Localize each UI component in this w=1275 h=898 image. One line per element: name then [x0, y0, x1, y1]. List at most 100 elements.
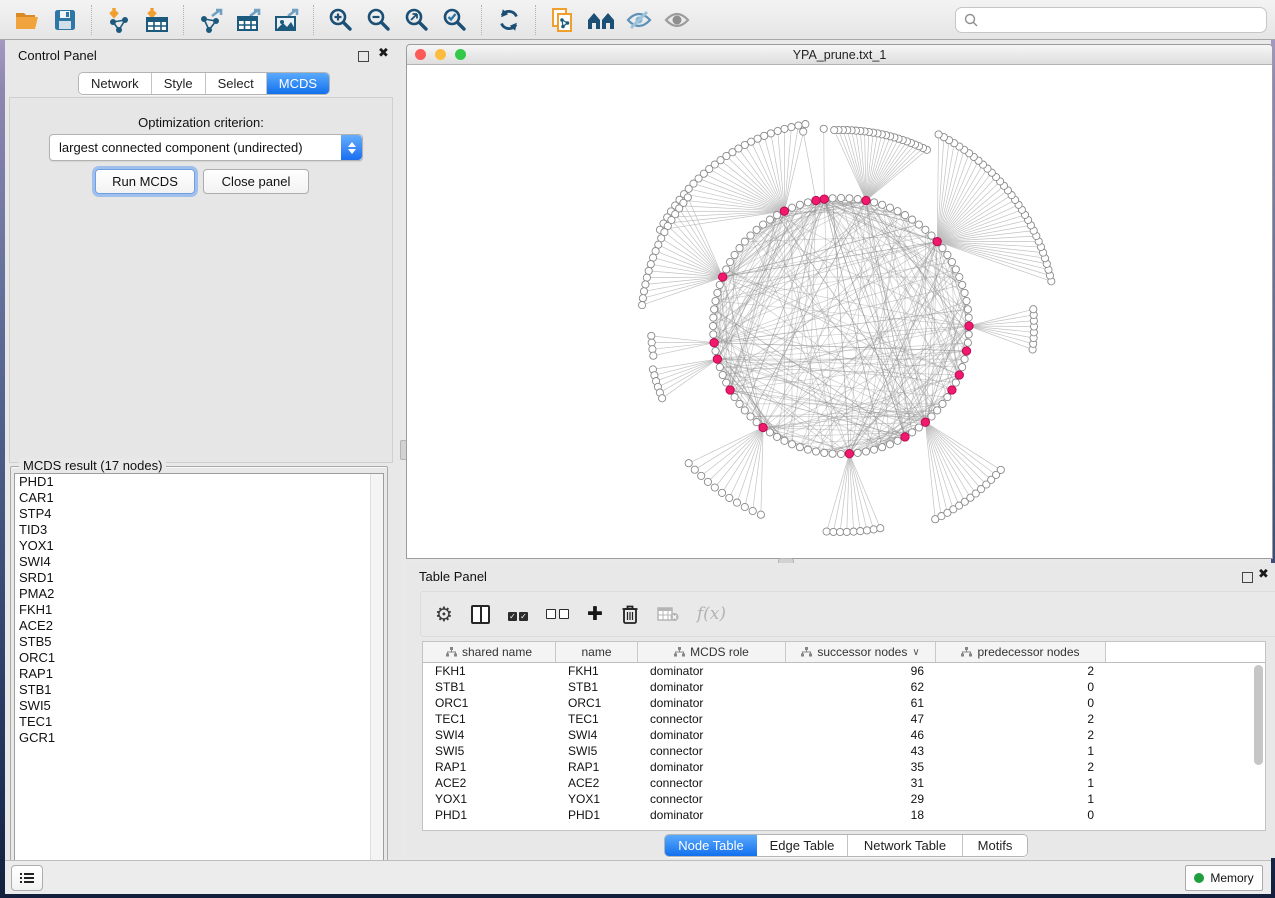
- list-item[interactable]: PHD1: [15, 474, 383, 490]
- add-row-icon[interactable]: ✚: [587, 603, 603, 626]
- close-panel-button[interactable]: Close panel: [203, 169, 309, 194]
- table-row[interactable]: TEC1TEC1connector472: [423, 711, 1265, 727]
- control-panel: Control Panel ✖ Network Style Select MCD…: [5, 40, 401, 858]
- criterion-dropdown[interactable]: largest connected component (undirected): [49, 134, 363, 161]
- tab-network[interactable]: Network: [79, 73, 152, 94]
- list-item[interactable]: STP4: [15, 506, 383, 522]
- attribute-icon: [801, 647, 812, 657]
- export-table-icon[interactable]: [230, 5, 268, 35]
- search-icon: [964, 13, 978, 27]
- list-item[interactable]: YOX1: [15, 538, 383, 554]
- zoom-selected-icon[interactable]: [436, 5, 474, 35]
- table-body: FKH1FKH1dominator962 STB1STB1dominator62…: [423, 663, 1265, 823]
- table-row[interactable]: YOX1YOX1connector291: [423, 791, 1265, 807]
- clone-network-icon[interactable]: [544, 5, 582, 35]
- table-row[interactable]: SWI5SWI5connector431: [423, 743, 1265, 759]
- network-window-title: YPA_prune.txt_1: [407, 48, 1272, 62]
- table-settings-gear-icon[interactable]: ⚙: [435, 602, 453, 627]
- table-row[interactable]: PHD1PHD1dominator180: [423, 807, 1265, 823]
- save-session-icon[interactable]: [46, 5, 84, 35]
- network-window-titlebar[interactable]: YPA_prune.txt_1: [407, 45, 1272, 65]
- col-header-mcds-role[interactable]: MCDS role: [638, 642, 786, 662]
- tab-mcds[interactable]: MCDS: [267, 73, 329, 94]
- show-all-icon[interactable]: [658, 5, 696, 35]
- table-row[interactable]: STB1STB1dominator620: [423, 679, 1265, 695]
- optimization-criterion-label: Optimization criterion:: [10, 115, 392, 130]
- mcds-tab-panel: Optimization criterion: largest connecte…: [9, 97, 393, 463]
- dropdown-stepper-icon: [341, 135, 362, 160]
- network-view[interactable]: [407, 65, 1270, 557]
- col-header-successor-nodes[interactable]: successor nodes ∨: [786, 642, 936, 662]
- table-row[interactable]: ACE2ACE2connector311: [423, 775, 1265, 791]
- list-item[interactable]: ACE2: [15, 618, 383, 634]
- attribute-icon: [446, 647, 457, 657]
- task-history-button[interactable]: [11, 865, 43, 891]
- table-row[interactable]: FKH1FKH1dominator962: [423, 663, 1265, 679]
- tab-edge-table[interactable]: Edge Table: [757, 835, 848, 856]
- zoom-in-icon[interactable]: [322, 5, 360, 35]
- tab-motifs[interactable]: Motifs: [963, 835, 1027, 856]
- table-row[interactable]: ORC1ORC1dominator610: [423, 695, 1265, 711]
- show-columns-icon[interactable]: [471, 605, 490, 624]
- delete-table-icon-disabled: [657, 606, 679, 622]
- desktop: { "toolbar": { "icons": ["open-file","sa…: [0, 0, 1275, 898]
- list-item[interactable]: CAR1: [15, 490, 383, 506]
- export-network-icon[interactable]: [192, 5, 230, 35]
- import-network-icon[interactable]: [100, 5, 138, 35]
- mcds-result-list[interactable]: PHD1 CAR1 STP4 TID3 YOX1 SWI4 SRD1 PMA2 …: [14, 473, 384, 876]
- col-header-name[interactable]: name: [556, 642, 638, 662]
- list-item[interactable]: SRD1: [15, 570, 383, 586]
- toolbar-separator: [183, 5, 185, 35]
- tab-node-table[interactable]: Node Table: [665, 835, 757, 856]
- float-panel-icon[interactable]: [358, 51, 369, 62]
- search-input[interactable]: [955, 7, 1267, 33]
- select-all-icon[interactable]: ✓✓: [508, 607, 528, 622]
- toolbar-separator: [91, 5, 93, 35]
- network-window: YPA_prune.txt_1: [406, 44, 1273, 559]
- tab-style[interactable]: Style: [152, 73, 206, 94]
- import-table-icon[interactable]: [138, 5, 176, 35]
- delete-trash-icon[interactable]: [621, 604, 639, 624]
- list-scrollbar[interactable]: [370, 474, 383, 875]
- list-item[interactable]: SWI4: [15, 554, 383, 570]
- app-body: Control Panel ✖ Network Style Select MCD…: [5, 40, 1271, 860]
- list-item[interactable]: FKH1: [15, 602, 383, 618]
- list-item[interactable]: TID3: [15, 522, 383, 538]
- float-panel-icon[interactable]: [1242, 572, 1253, 583]
- list-item[interactable]: PMA2: [15, 586, 383, 602]
- list-item[interactable]: ORC1: [15, 650, 383, 666]
- list-item[interactable]: GCR1: [15, 730, 383, 746]
- list-item[interactable]: TEC1: [15, 714, 383, 730]
- close-panel-icon[interactable]: ✖: [378, 45, 389, 61]
- zoom-out-icon[interactable]: [360, 5, 398, 35]
- list-item[interactable]: SWI5: [15, 698, 383, 714]
- sort-desc-icon: ∨: [912, 647, 919, 658]
- first-neighbors-icon[interactable]: [582, 5, 620, 35]
- col-header-predecessor-nodes[interactable]: predecessor nodes: [936, 642, 1106, 662]
- deselect-all-icon[interactable]: [546, 607, 569, 622]
- tab-network-table[interactable]: Network Table: [848, 835, 963, 856]
- tab-select[interactable]: Select: [206, 73, 267, 94]
- mcds-result-group: MCDS result (17 nodes) PHD1 CAR1 STP4 TI…: [10, 466, 388, 880]
- hide-selected-icon[interactable]: [620, 5, 658, 35]
- table-row[interactable]: RAP1RAP1dominator352: [423, 759, 1265, 775]
- table-scrollbar-thumb[interactable]: [1254, 665, 1263, 765]
- header-filler: [1106, 642, 1265, 662]
- mcds-result-title: MCDS result (17 nodes): [19, 458, 166, 473]
- table-panel-title: Table Panel: [419, 569, 487, 584]
- table-row[interactable]: SWI4SWI4dominator462: [423, 727, 1265, 743]
- list-item[interactable]: STB5: [15, 634, 383, 650]
- run-mcds-button[interactable]: Run MCDS: [95, 169, 195, 194]
- attribute-icon: [674, 647, 685, 657]
- table-panel-tabs: Node Table Edge Table Network Table Moti…: [664, 834, 1028, 857]
- export-image-icon[interactable]: [268, 5, 306, 35]
- col-header-shared-name[interactable]: shared name: [423, 642, 556, 662]
- zoom-fit-icon[interactable]: [398, 5, 436, 35]
- close-panel-icon[interactable]: ✖: [1258, 566, 1269, 582]
- apply-layout-icon[interactable]: [490, 5, 528, 35]
- list-item[interactable]: STB1: [15, 682, 383, 698]
- control-panel-tabs: Network Style Select MCDS: [78, 72, 330, 95]
- open-file-icon[interactable]: [8, 5, 46, 35]
- memory-button[interactable]: Memory: [1185, 865, 1263, 891]
- list-item[interactable]: RAP1: [15, 666, 383, 682]
